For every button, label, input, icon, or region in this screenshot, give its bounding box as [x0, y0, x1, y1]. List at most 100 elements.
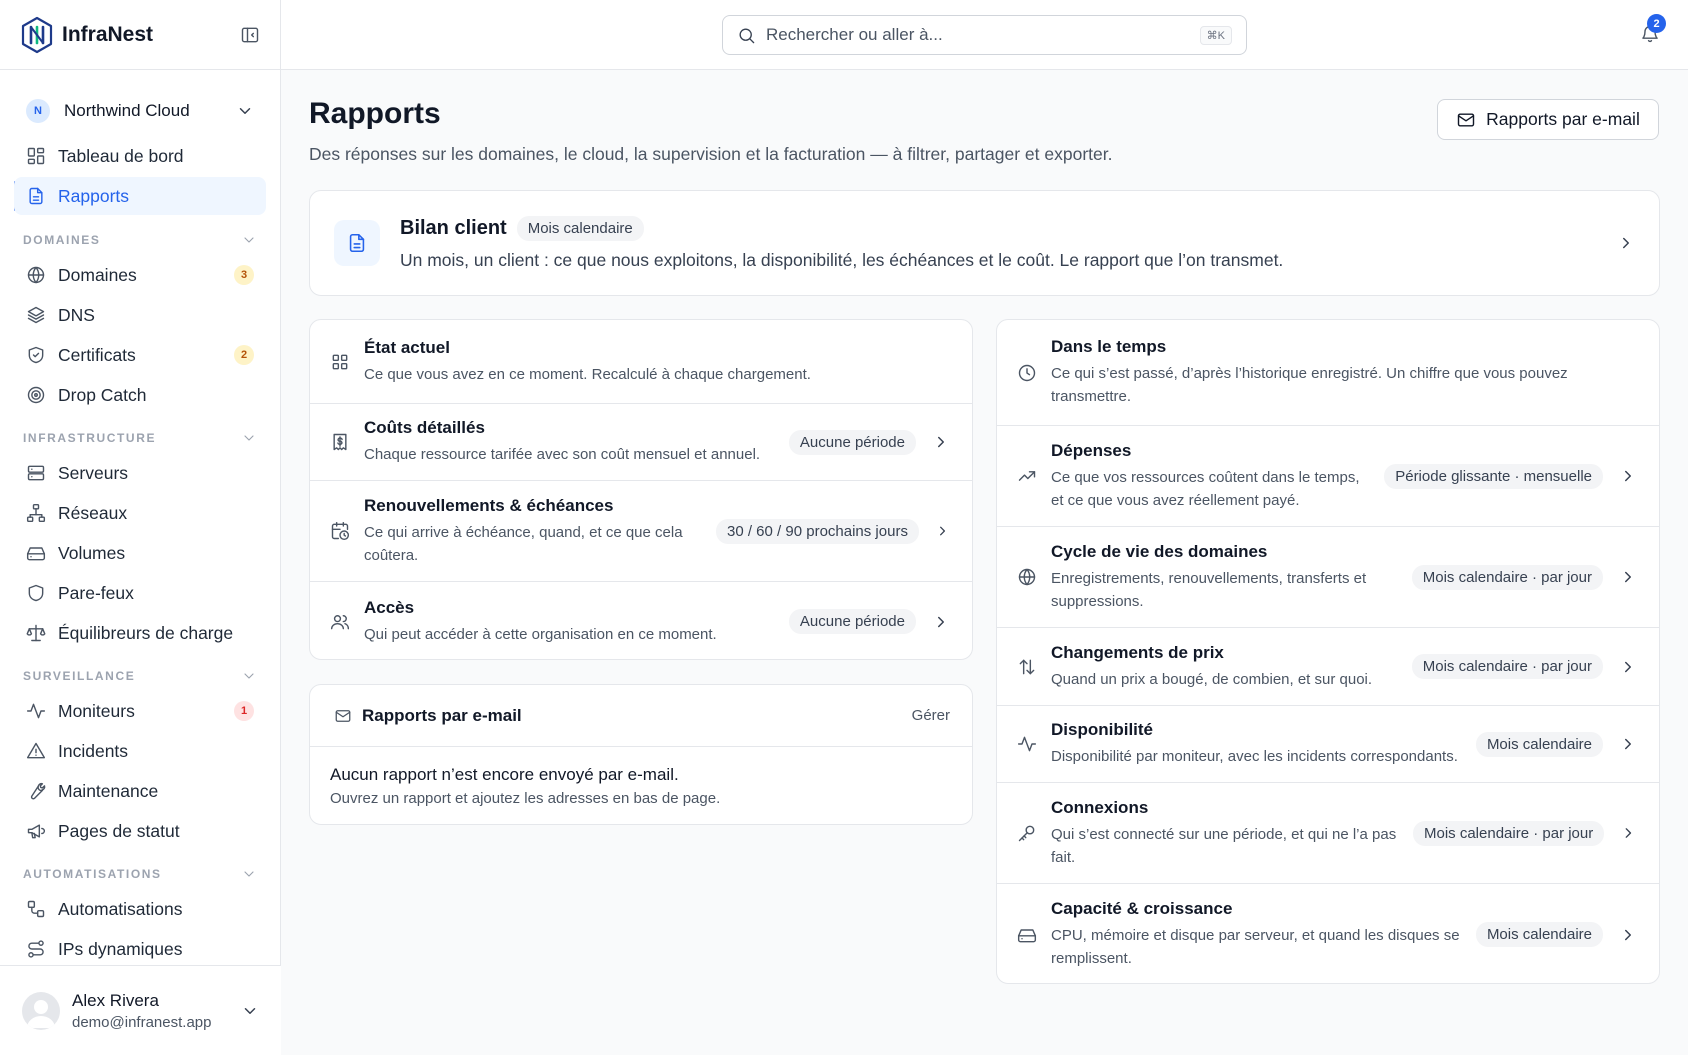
- sidebar-item-dns[interactable]: DNS: [14, 296, 266, 334]
- sidebar-item-label: Pages de statut: [58, 820, 180, 841]
- client-summary-card[interactable]: Bilan client Mois calendaire Un mois, un…: [309, 190, 1660, 296]
- sidebar-item-label: Volumes: [58, 542, 126, 563]
- sidebar-item-incidents[interactable]: Incidents: [14, 732, 266, 770]
- report-title: Cycle de vie des domaines: [1051, 541, 1268, 561]
- sidebar-item-dynamic-ips[interactable]: IPs dynamiques: [14, 930, 266, 968]
- report-row-detailed-costs[interactable]: Coûts détaillés Chaque ressource tarifée…: [310, 404, 972, 481]
- user-name: Alex Rivera: [72, 990, 159, 1010]
- sidebar-item-load-balancers[interactable]: Équilibreurs de charge: [14, 614, 266, 652]
- card-description: Un mois, un client : ce que nous exploit…: [400, 249, 1284, 270]
- sidebar-item-volumes[interactable]: Volumes: [14, 534, 266, 572]
- report-title: Capacité & croissance: [1051, 899, 1233, 918]
- document-icon: [349, 233, 365, 253]
- report-title: Accès: [364, 597, 415, 617]
- empty-description: Ouvrez un rapport et ajoutez les adresse…: [330, 790, 721, 807]
- sidebar-item-domains[interactable]: Domaines 3: [14, 256, 266, 294]
- chevron-right-icon: [1623, 237, 1629, 249]
- user-menu[interactable]: Alex Rivera demo@infranest.app: [0, 965, 281, 1055]
- section-description: Ce que vous avez en ce moment. Recalculé…: [364, 365, 811, 383]
- wrench-icon: [30, 782, 46, 800]
- period-pill: Mois calendaire: [1475, 922, 1603, 947]
- chevron-down-icon: [244, 1007, 256, 1014]
- sidebar-item-firewalls[interactable]: Pare-feux: [14, 574, 266, 612]
- user-email: demo@infranest.app: [72, 1013, 212, 1031]
- empty-title: Aucun rapport n’est encore envoyé par e-…: [330, 765, 679, 784]
- section-label: AUTOMATISATIONS: [23, 867, 162, 881]
- email-reports-button[interactable]: Rapports par e-mail: [1437, 99, 1659, 140]
- chevron-right-icon: [1625, 738, 1631, 750]
- email-reports-header: Rapports par e-mail Gérer: [310, 685, 972, 747]
- card-title: Bilan client: [400, 216, 507, 239]
- layers-icon: [27, 306, 45, 324]
- sidebar-item-label: Moniteurs: [58, 700, 135, 721]
- report-description: Qui peut accéder à cette organisation en…: [364, 625, 717, 643]
- sidebar-item-servers[interactable]: Serveurs: [14, 454, 266, 492]
- period-pill: Mois calendaire: [1475, 731, 1603, 757]
- sidebar-item-monitors[interactable]: Moniteurs 1: [14, 692, 266, 730]
- sidebar-item-certificates[interactable]: Certificats 2: [14, 336, 266, 374]
- chevron-down-icon: [244, 673, 254, 679]
- search-input[interactable]: Rechercher ou aller à... ⌘K: [722, 15, 1247, 55]
- sidebar-item-label: Pare-feux: [58, 582, 134, 603]
- report-row-domain-lifecycle[interactable]: Cycle de vie des domaines Enregistrement…: [997, 527, 1659, 628]
- chevron-down-icon: [244, 237, 254, 243]
- app-name: InfraNest: [62, 22, 154, 46]
- section-automations[interactable]: AUTOMATISATIONS: [23, 864, 257, 884]
- receipt-dollar-icon: [333, 433, 347, 451]
- section-monitoring[interactable]: SURVEILLANCE: [23, 666, 257, 686]
- page-subtitle: Des réponses sur les domaines, le cloud,…: [309, 144, 1113, 164]
- report-row-spending[interactable]: Dépenses Ce que vos ressources coûtent d…: [997, 426, 1659, 527]
- report-row-capacity[interactable]: Capacité & croissance CPU, mémoire et di…: [997, 884, 1659, 985]
- chevron-right-icon: [938, 616, 944, 627]
- section-infrastructure[interactable]: INFRASTRUCTURE: [23, 428, 257, 448]
- sidebar-item-reports[interactable]: Rapports: [14, 177, 266, 215]
- empty-state: Aucun rapport n’est encore envoyé par e-…: [330, 765, 720, 807]
- manage-link[interactable]: Gérer: [912, 707, 950, 724]
- chevron-right-icon: [1625, 470, 1631, 482]
- sidebar-item-maintenance[interactable]: Maintenance: [14, 772, 266, 810]
- sidebar-item-drop-catch[interactable]: Drop Catch: [14, 376, 266, 414]
- grid-icon: [332, 354, 348, 369]
- report-title: Dépenses: [1051, 440, 1132, 460]
- report-row-access[interactable]: Accès Qui peut accéder à cette organisat…: [310, 582, 972, 661]
- count-badge: 3: [234, 265, 254, 285]
- org-avatar: N: [26, 99, 50, 123]
- sidebar-item-label: Incidents: [58, 740, 129, 761]
- report-row-price-changes[interactable]: Changements de prix Quand un prix a boug…: [997, 628, 1659, 706]
- logo-row: InfraNest: [0, 0, 280, 70]
- hard-drive-icon: [1017, 928, 1037, 942]
- report-row-logins[interactable]: Connexions Qui s’est connecté sur une pé…: [997, 783, 1659, 884]
- route-icon: [28, 940, 44, 958]
- shield-check-icon: [28, 346, 44, 364]
- sidebar-item-networks[interactable]: Réseaux: [14, 494, 266, 532]
- sidebar-item-label: Drop Catch: [58, 384, 147, 405]
- report-row-availability[interactable]: Disponibilité Disponibilité par moniteur…: [997, 706, 1659, 783]
- activity-icon: [26, 703, 46, 719]
- megaphone-icon: [27, 824, 46, 839]
- email-reports-card: Rapports par e-mail Gérer Aucun rapport …: [309, 684, 973, 825]
- sidebar-collapse-icon[interactable]: [240, 25, 260, 45]
- chevron-right-icon: [1625, 828, 1632, 838]
- sidebar-item-status-pages[interactable]: Pages de statut: [14, 812, 266, 850]
- org-name: Northwind Cloud: [64, 101, 190, 120]
- report-title: Connexions: [1051, 797, 1149, 817]
- trending-up-icon: [1018, 471, 1036, 481]
- sidebar-item-label: IPs dynamiques: [58, 938, 183, 959]
- search-icon: [739, 27, 755, 43]
- keyboard-shortcut: ⌘K: [1199, 25, 1232, 45]
- org-switcher[interactable]: N Northwind Cloud: [0, 78, 280, 144]
- sidebar-item-label: DNS: [58, 304, 95, 325]
- globe-icon: [27, 266, 45, 284]
- sidebar-item-dashboard[interactable]: Tableau de bord: [14, 137, 266, 175]
- workflow-icon: [27, 900, 45, 918]
- sidebar-item-automations[interactable]: Automatisations: [14, 890, 266, 928]
- notification-badge: 2: [1647, 14, 1666, 33]
- network-icon: [26, 503, 46, 523]
- period-pill: 30 / 60 / 90 prochains jours: [716, 518, 919, 544]
- period-pill: Mois calendaire · par jour: [1413, 820, 1605, 846]
- sidebar-item-label: Rapports: [58, 185, 130, 206]
- report-row-renewals[interactable]: Renouvellements & échéances Ce qui arriv…: [310, 481, 972, 582]
- report-description: Quand un prix a bougé, de combien, et su…: [1051, 670, 1373, 688]
- count-badge: 1: [234, 701, 254, 721]
- section-domains[interactable]: DOMAINES: [23, 230, 257, 250]
